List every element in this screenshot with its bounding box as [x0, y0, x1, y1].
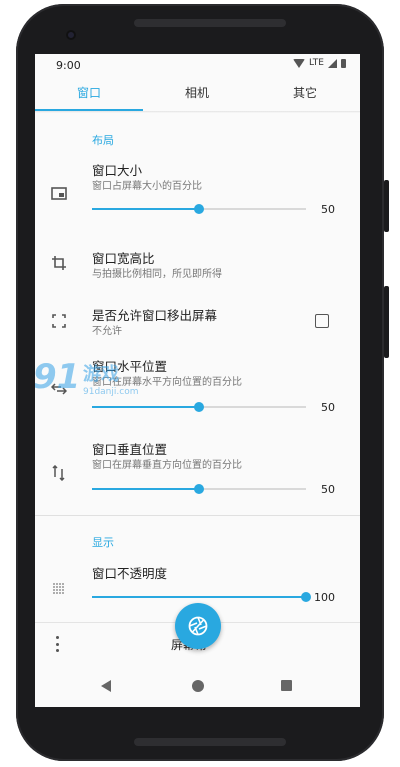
- section-header-display: 显示: [92, 536, 114, 549]
- svg-text:游戏: 游戏: [83, 363, 119, 385]
- battery-icon: [341, 58, 346, 68]
- tab-shadow: [35, 111, 360, 113]
- svg-text:91danji.com: 91danji.com: [83, 387, 138, 397]
- horizontal-position-value: 50: [321, 401, 335, 414]
- home-icon[interactable]: [192, 680, 204, 692]
- volume-button: [384, 286, 389, 358]
- window-size-slider-fill: [92, 208, 199, 210]
- tab-other[interactable]: 其它: [251, 80, 359, 110]
- vertical-position-slider[interactable]: [92, 484, 306, 494]
- status-icons: LTE: [293, 58, 346, 68]
- more-vert-icon[interactable]: [52, 636, 62, 652]
- window-size-slider[interactable]: [92, 204, 306, 214]
- status-time: 9:00: [56, 59, 81, 72]
- signal-icon: [328, 58, 337, 68]
- allow-offscreen-checkbox[interactable]: [315, 314, 329, 328]
- swap-vertical-icon: [50, 464, 68, 482]
- allow-offscreen-subtitle: 不允许: [92, 326, 122, 337]
- vertical-position-slider-thumb[interactable]: [194, 484, 204, 494]
- bottom-speaker: [134, 738, 286, 746]
- svg-text:91: 91: [35, 357, 80, 397]
- opacity-slider-thumb[interactable]: [301, 592, 311, 602]
- front-camera: [66, 30, 76, 40]
- window-size-slider-thumb[interactable]: [194, 204, 204, 214]
- power-button: [384, 180, 389, 232]
- window-size-subtitle: 窗口占屏幕大小的百分比: [92, 181, 202, 192]
- network-type: LTE: [309, 58, 324, 68]
- opacity-slider-fill: [92, 596, 306, 598]
- picture-in-picture-icon: [50, 184, 68, 202]
- vertical-position-subtitle: 窗口在屏幕垂直方向位置的百分比: [92, 460, 242, 471]
- opacity-value: 100: [314, 591, 335, 604]
- top-speaker: [134, 19, 286, 27]
- horizontal-position-slider-thumb[interactable]: [194, 402, 204, 412]
- section-header-layout: 布局: [92, 134, 114, 147]
- aperture-icon: [188, 616, 208, 636]
- opacity-title: 窗口不透明度: [92, 566, 168, 581]
- aspect-ratio-subtitle: 与拍摄比例相同，所见即所得: [92, 269, 222, 280]
- status-bar: 9:00 LTE: [35, 54, 360, 76]
- system-nav-bar: [35, 667, 360, 707]
- vertical-position-value: 50: [321, 483, 335, 496]
- window-size-value: 50: [321, 203, 335, 216]
- opacity-slider[interactable]: [92, 592, 311, 602]
- grid-dots-icon: [50, 580, 68, 598]
- back-icon[interactable]: [101, 680, 111, 692]
- camera-shutter-button[interactable]: [175, 603, 221, 649]
- tab-bar: 窗口 相机 其它: [35, 80, 360, 111]
- fullscreen-icon: [50, 312, 68, 330]
- tab-camera[interactable]: 相机: [143, 80, 251, 110]
- recents-icon[interactable]: [281, 680, 292, 691]
- vertical-position-slider-fill: [92, 488, 199, 490]
- tab-window[interactable]: 窗口: [35, 80, 143, 110]
- wifi-icon: [293, 58, 306, 68]
- section-divider: [35, 515, 360, 516]
- crop-icon: [50, 254, 68, 272]
- screen: 9:00 LTE 窗口 相机 其它 布局 窗口大小 窗口占屏幕大小的百分比 50…: [35, 54, 360, 707]
- watermark-logo: 91 游戏 91danji.com: [35, 357, 138, 397]
